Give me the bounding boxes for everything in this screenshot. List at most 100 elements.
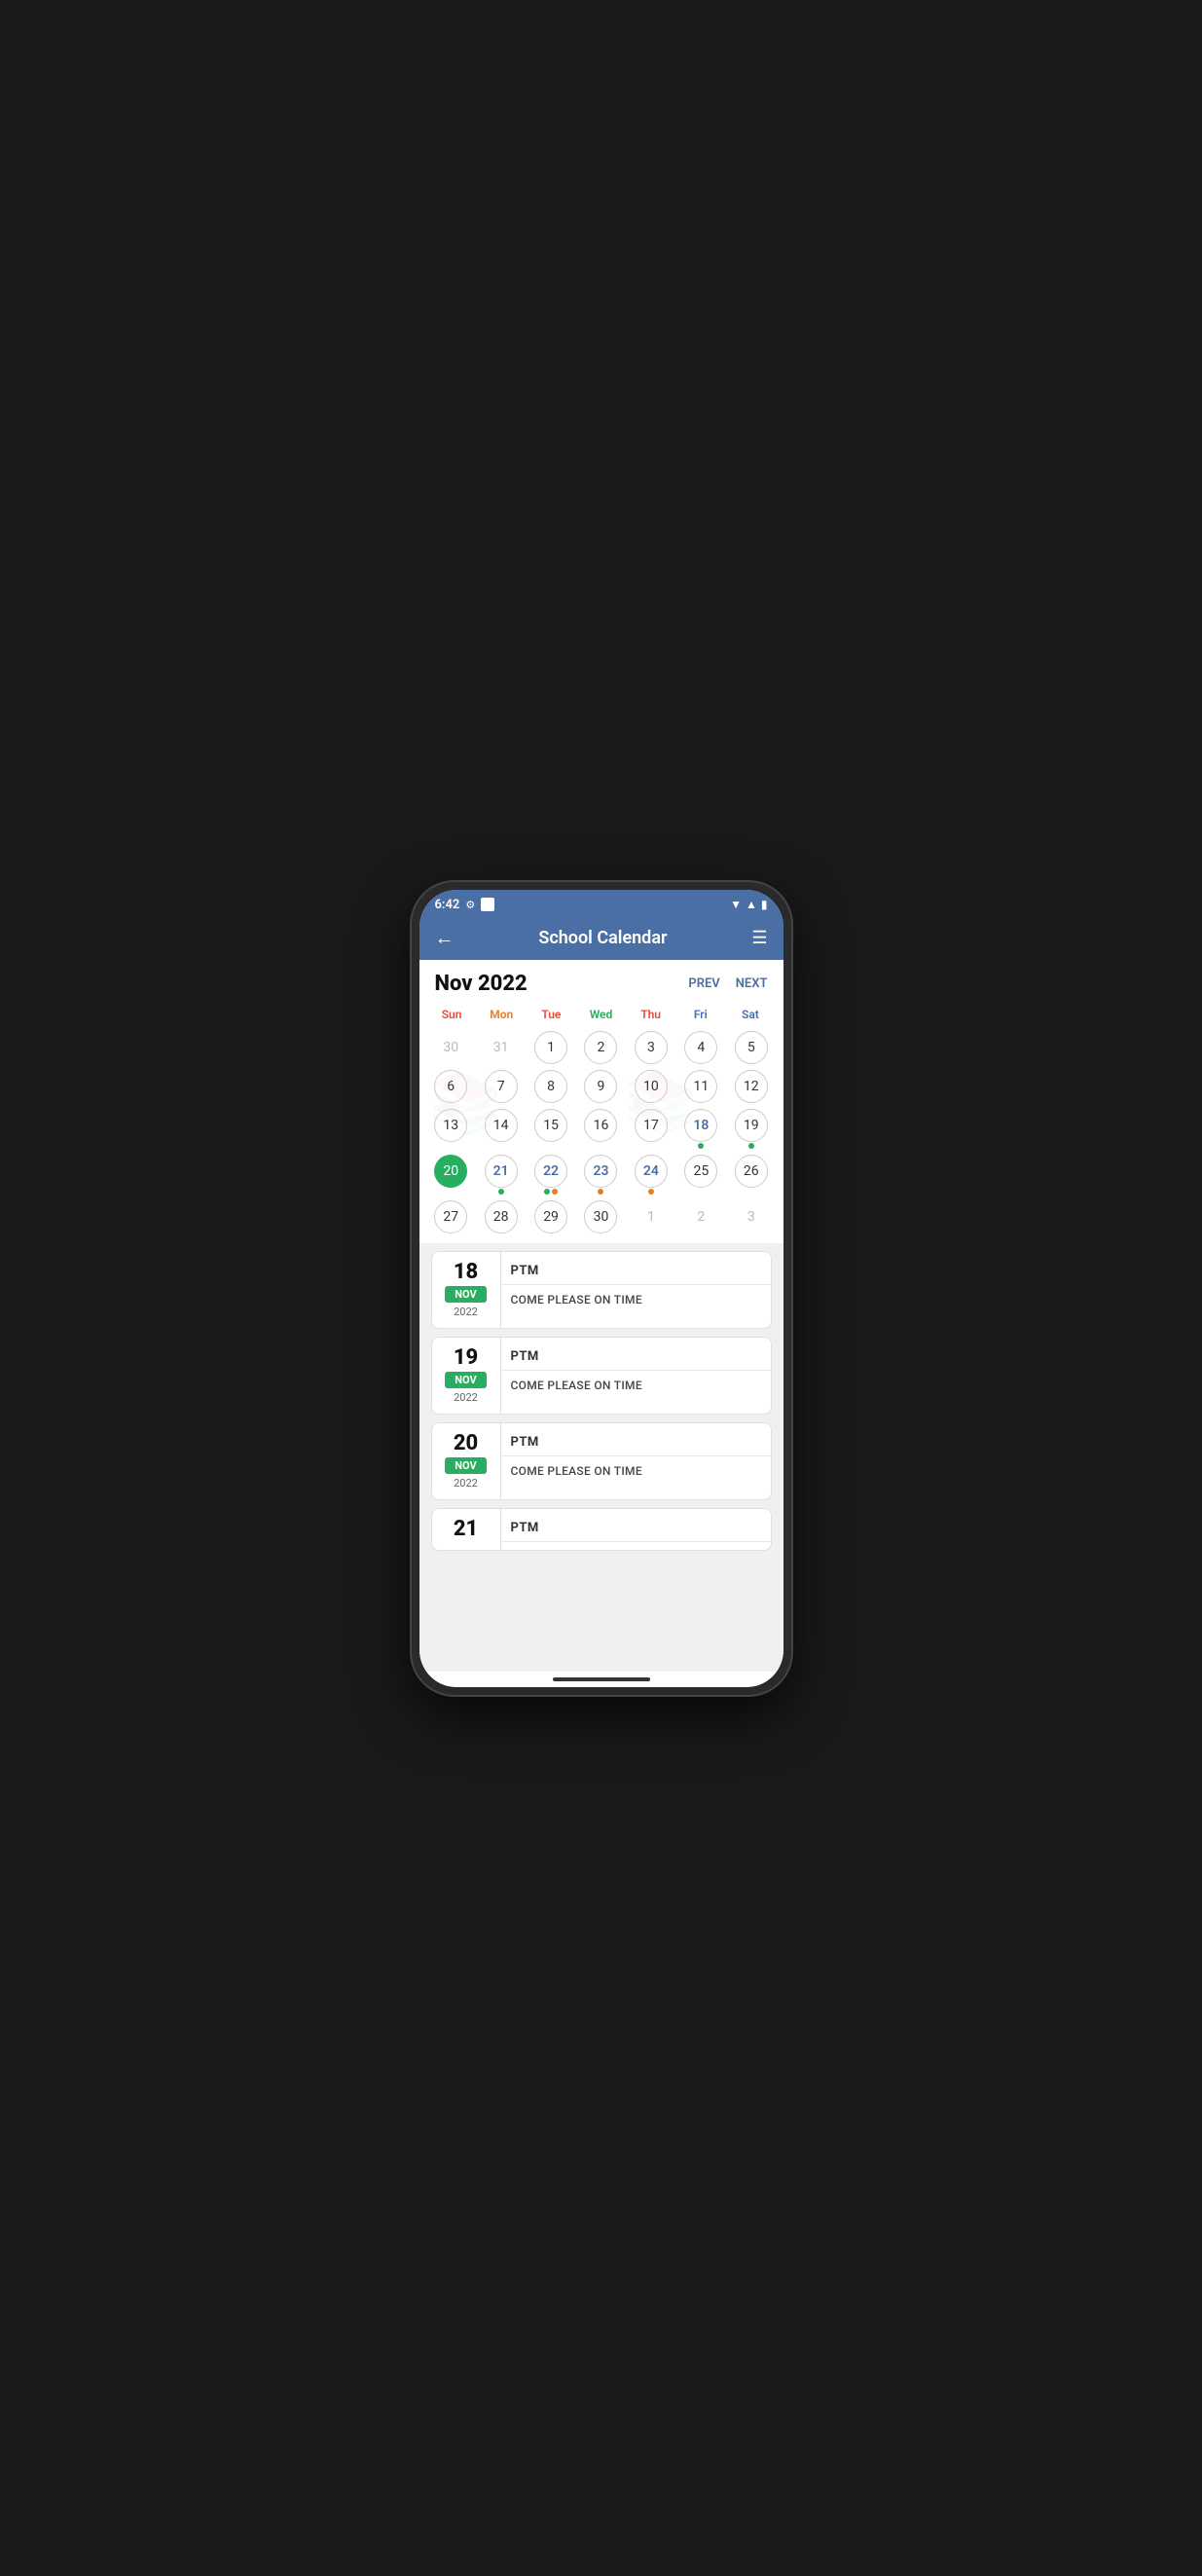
day-number: 30 (584, 1200, 617, 1233)
day-cell-6[interactable]: 6 (427, 1068, 475, 1105)
day-number: 19 (735, 1109, 768, 1142)
day-cell-20[interactable]: 20 (427, 1153, 475, 1196)
day-cell-29[interactable]: 29 (527, 1198, 574, 1235)
day-cell-25[interactable]: 25 (677, 1153, 725, 1196)
event-year: 2022 (454, 1477, 478, 1490)
calendar-container: Nov 2022 PREV NEXT Sun Mon Tue Wed Thu F… (419, 960, 783, 1243)
day-cell-16[interactable]: 16 (577, 1107, 625, 1151)
dot-container (648, 1189, 654, 1195)
day-cell-23[interactable]: 23 (577, 1153, 625, 1196)
day-cell-13[interactable]: 13 (427, 1107, 475, 1151)
event-title: PTM (511, 1264, 539, 1278)
home-indicator-bar (419, 1672, 783, 1687)
events-list: 18 NOV 2022 PTM COME PLEASE ON TIME (419, 1243, 783, 1672)
event-content: PTM (500, 1509, 771, 1550)
day-header-sat: Sat (725, 1004, 775, 1025)
day-cell-7[interactable]: 7 (477, 1068, 525, 1105)
signal-icon: ▲ (746, 898, 757, 911)
event-card-inner: 19 NOV 2022 PTM COME PLEASE ON TIME (432, 1338, 771, 1414)
day-cell-24[interactable]: 24 (627, 1153, 674, 1196)
day-cell-1[interactable]: 1 (527, 1029, 574, 1066)
day-cell-17[interactable]: 17 (627, 1107, 674, 1151)
event-month-badge: NOV (445, 1286, 486, 1303)
back-button[interactable]: ← (435, 926, 455, 950)
settings-icon: ⚙ (465, 899, 475, 911)
day-cell-21[interactable]: 21 (477, 1153, 525, 1196)
event-title: PTM (511, 1349, 539, 1364)
day-cell-12[interactable]: 12 (727, 1068, 775, 1105)
day-cell-30-prev[interactable]: 30 (427, 1029, 475, 1066)
day-number: 9 (584, 1070, 617, 1103)
event-title-row: PTM (501, 1338, 771, 1371)
day-cell-5[interactable]: 5 (727, 1029, 775, 1066)
day-cell-22[interactable]: 22 (527, 1153, 574, 1196)
day-cell-1-next[interactable]: 1 (627, 1198, 674, 1235)
day-cell-2-next[interactable]: 2 (677, 1198, 725, 1235)
day-cell-26[interactable]: 26 (727, 1153, 775, 1196)
day-cell-28[interactable]: 28 (477, 1198, 525, 1235)
calendar-grid: 30 31 1 2 3 4 5 (419, 1025, 783, 1243)
calendar-header: Nov 2022 PREV NEXT (419, 960, 783, 1004)
day-cell-30[interactable]: 30 (577, 1198, 625, 1235)
day-cell-31-prev[interactable]: 31 (477, 1029, 525, 1066)
day-cell-11[interactable]: 11 (677, 1068, 725, 1105)
day-cell-19[interactable]: 19 (727, 1107, 775, 1151)
event-card-19[interactable]: 19 NOV 2022 PTM COME PLEASE ON TIME (431, 1337, 772, 1415)
day-cell-3-next[interactable]: 3 (727, 1198, 775, 1235)
event-date-col: 20 NOV 2022 (432, 1423, 500, 1499)
event-desc: COME PLEASE ON TIME (501, 1285, 771, 1314)
day-cell-3[interactable]: 3 (627, 1029, 674, 1066)
day-cell-15[interactable]: 15 (527, 1107, 574, 1151)
event-card-inner: 18 NOV 2022 PTM COME PLEASE ON TIME (432, 1252, 771, 1328)
day-number: 29 (534, 1200, 567, 1233)
day-cell-8[interactable]: 8 (527, 1068, 574, 1105)
day-number: 8 (534, 1070, 567, 1103)
day-cell-10[interactable]: 10 (627, 1068, 674, 1105)
nav-bar: ← School Calendar ☰ (419, 916, 783, 960)
month-year: Nov 2022 (435, 972, 528, 996)
day-cell-9[interactable]: 9 (577, 1068, 625, 1105)
day-number: 24 (635, 1155, 668, 1188)
event-card-18[interactable]: 18 NOV 2022 PTM COME PLEASE ON TIME (431, 1251, 772, 1329)
day-header-mon: Mon (477, 1004, 527, 1025)
day-number: 2 (684, 1200, 717, 1233)
day-number: 1 (534, 1031, 567, 1064)
event-year: 2022 (454, 1391, 478, 1404)
day-number: 1 (635, 1200, 668, 1233)
phone-frame: 6:42 ⚙ ▼ ▲ ▮ ← School Calendar ☰ Nov 202… (412, 882, 791, 1695)
day-cell-4[interactable]: 4 (677, 1029, 725, 1066)
day-number-today: 20 (434, 1155, 467, 1188)
event-title-row: PTM (501, 1509, 771, 1542)
event-month-badge: NOV (445, 1457, 486, 1474)
day-number: 18 (684, 1109, 717, 1142)
day-number: 27 (434, 1200, 467, 1233)
orange-dot (552, 1189, 558, 1195)
day-number: 6 (434, 1070, 467, 1103)
status-time: 6:42 (435, 898, 460, 912)
day-number: 31 (485, 1031, 518, 1064)
event-card-21[interactable]: 21 PTM (431, 1508, 772, 1551)
event-date-col: 21 (432, 1509, 500, 1550)
status-right: ▼ ▲ ▮ (730, 898, 767, 911)
day-number: 11 (684, 1070, 717, 1103)
day-number: 28 (485, 1200, 518, 1233)
event-content: PTM COME PLEASE ON TIME (500, 1338, 771, 1414)
day-cell-18[interactable]: 18 (677, 1107, 725, 1151)
next-button[interactable]: NEXT (736, 976, 768, 991)
event-content: PTM COME PLEASE ON TIME (500, 1252, 771, 1328)
event-title-row: PTM (501, 1423, 771, 1456)
event-card-20[interactable]: 20 NOV 2022 PTM COME PLEASE ON TIME (431, 1422, 772, 1500)
green-dot (544, 1189, 550, 1195)
event-title-row: PTM (501, 1252, 771, 1285)
day-cell-2[interactable]: 2 (577, 1029, 625, 1066)
menu-button[interactable]: ☰ (751, 928, 767, 948)
day-number: 5 (735, 1031, 768, 1064)
day-number: 25 (684, 1155, 717, 1188)
day-cell-14[interactable]: 14 (477, 1107, 525, 1151)
day-number: 30 (434, 1031, 467, 1064)
square-icon (481, 898, 494, 911)
phone-screen: 6:42 ⚙ ▼ ▲ ▮ ← School Calendar ☰ Nov 202… (419, 890, 783, 1687)
prev-button[interactable]: PREV (688, 976, 719, 991)
day-header-thu: Thu (626, 1004, 675, 1025)
day-cell-27[interactable]: 27 (427, 1198, 475, 1235)
